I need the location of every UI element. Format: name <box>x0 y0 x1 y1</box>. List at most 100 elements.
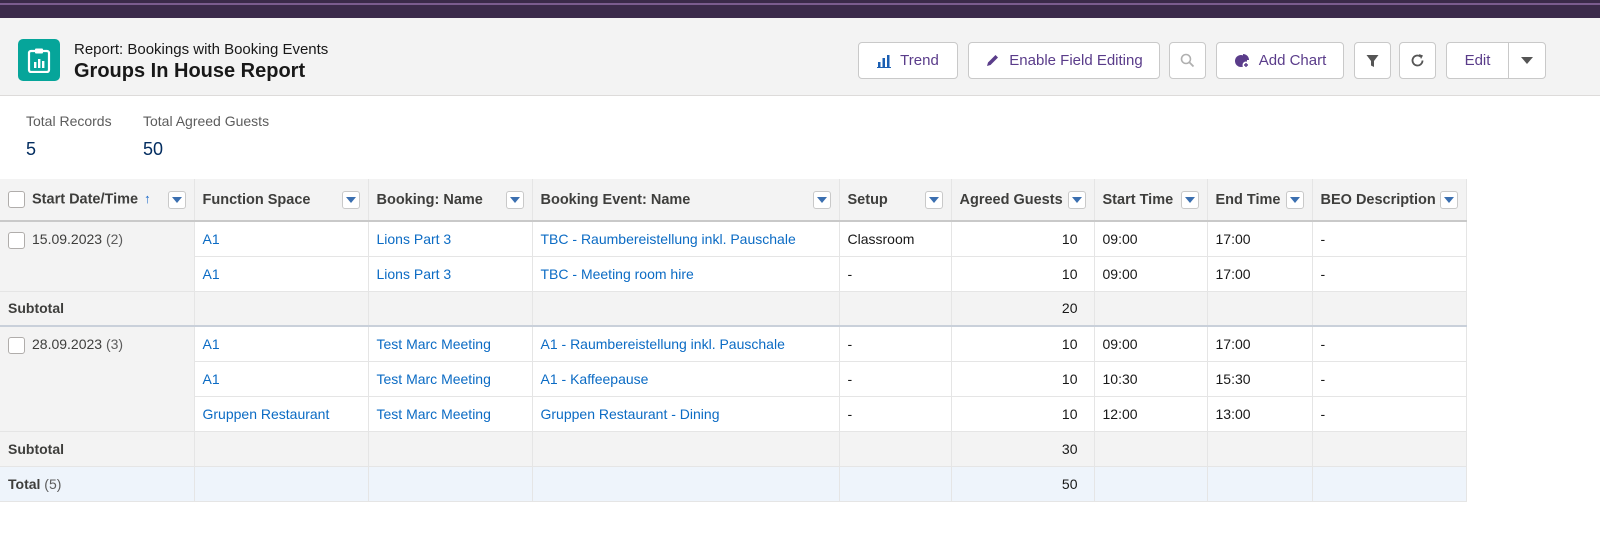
select-all-checkbox[interactable] <box>8 191 25 208</box>
function-space-link[interactable]: A1 <box>194 221 369 257</box>
search-button[interactable] <box>1169 42 1206 79</box>
column-menu-icon[interactable] <box>1439 190 1458 209</box>
column-menu-icon[interactable] <box>341 190 360 209</box>
booking-event-link[interactable]: Gruppen Restaurant - Dining <box>532 396 840 432</box>
group-checkbox[interactable] <box>8 231 25 249</box>
function-space-link[interactable]: A1 <box>194 361 369 397</box>
column-header-booking-name[interactable]: Booking: Name <box>368 179 533 222</box>
start-time-cell: 12:00 <box>1094 396 1208 432</box>
setup-cell: - <box>839 361 952 397</box>
agreed-guests-cell: 10 <box>951 221 1095 257</box>
report-header: Report: Bookings with Booking Events Gro… <box>0 18 1600 96</box>
function-space-link[interactable]: Gruppen Restaurant <box>194 396 369 432</box>
column-header-start-date[interactable]: Start Date/Time ↑ <box>0 179 195 222</box>
sort-ascending-icon: ↑ <box>144 191 151 207</box>
column-menu-icon[interactable] <box>1180 190 1199 209</box>
booking-name-link[interactable]: Test Marc Meeting <box>368 396 533 432</box>
report-summary: Total Records 5 Total Agreed Guests 50 <box>0 97 1600 179</box>
end-time-cell: 17:00 <box>1207 256 1313 292</box>
subtotal-value: 20 <box>951 291 1095 327</box>
column-menu-icon[interactable] <box>167 190 186 209</box>
column-menu-icon[interactable] <box>812 190 831 209</box>
booking-name-link[interactable]: Test Marc Meeting <box>368 361 533 397</box>
total-value: 50 <box>951 465 1095 502</box>
booking-event-link[interactable]: A1 - Raumbereistellung inkl. Pauschale <box>532 326 840 362</box>
refresh-button[interactable] <box>1399 42 1436 79</box>
column-menu-icon[interactable] <box>1285 190 1304 209</box>
total-records-label: Total Records <box>26 113 112 129</box>
column-menu-icon[interactable] <box>924 190 943 209</box>
start-time-cell: 10:30 <box>1094 361 1208 397</box>
agreed-guests-cell: 10 <box>951 256 1095 292</box>
add-chart-label: Add Chart <box>1258 52 1327 69</box>
report-table: Start Date/Time ↑ Function Space Booking:… <box>0 179 1467 502</box>
edit-button[interactable]: Edit <box>1446 42 1509 79</box>
filter-icon <box>1366 54 1379 67</box>
beo-description-cell: - <box>1312 361 1467 397</box>
beo-description-cell: - <box>1312 256 1467 292</box>
function-space-link[interactable]: A1 <box>194 326 369 362</box>
subtotal-label: Subtotal <box>0 431 195 467</box>
chevron-down-icon <box>1521 56 1533 64</box>
enable-field-editing-button[interactable]: Enable Field Editing <box>968 42 1160 79</box>
end-time-cell: 17:00 <box>1207 221 1313 257</box>
column-header-function-space[interactable]: Function Space <box>194 179 369 222</box>
add-chart-button[interactable]: Add Chart <box>1216 42 1344 79</box>
total-agreed-guests-value: 50 <box>143 139 164 159</box>
search-icon <box>1180 53 1195 68</box>
setup-cell: - <box>839 396 952 432</box>
column-header-end-time[interactable]: End Time <box>1207 179 1313 222</box>
booking-event-link[interactable]: TBC - Raumbereistellung inkl. Pauschale <box>532 221 840 257</box>
column-header-setup[interactable]: Setup <box>839 179 952 222</box>
beo-description-cell: - <box>1312 326 1467 362</box>
pie-chart-icon <box>1234 53 1250 68</box>
table-row: 28.09.2023 (3) A1 Test Marc Meeting A1 -… <box>0 326 1467 432</box>
table-row: 15.09.2023 (2) A1 Lions Part 3 TBC - Rau… <box>0 221 1467 292</box>
setup-cell: - <box>839 326 952 362</box>
group-checkbox[interactable] <box>8 336 25 354</box>
agreed-guests-cell: 10 <box>951 326 1095 362</box>
booking-event-link[interactable]: TBC - Meeting room hire <box>532 256 840 292</box>
agreed-guests-cell: 10 <box>951 361 1095 397</box>
booking-name-link[interactable]: Lions Part 3 <box>368 256 533 292</box>
column-header-start-time[interactable]: Start Time <box>1094 179 1208 222</box>
total-records-value: 5 <box>26 139 37 159</box>
column-header-booking-event-name[interactable]: Booking Event: Name <box>532 179 840 222</box>
edit-menu-button[interactable] <box>1508 42 1546 79</box>
trend-label: Trend <box>900 52 939 69</box>
agreed-guests-cell: 10 <box>951 396 1095 432</box>
refresh-icon <box>1411 54 1424 67</box>
trend-icon <box>877 54 892 68</box>
table-row: A1 Test Marc Meeting A1 - Kaffeepause - … <box>0 361 1467 397</box>
beo-description-cell: - <box>1312 396 1467 432</box>
end-time-cell: 13:00 <box>1207 396 1313 432</box>
end-time-cell: 15:30 <box>1207 361 1313 397</box>
table-row: A1 Lions Part 3 TBC - Meeting room hire … <box>0 256 1467 292</box>
enable-field-editing-label: Enable Field Editing <box>1009 52 1143 69</box>
table-row: Gruppen Restaurant Test Marc Meeting Gru… <box>0 396 1467 432</box>
booking-name-link[interactable]: Lions Part 3 <box>368 221 533 257</box>
edit-label: Edit <box>1464 52 1491 69</box>
setup-cell: Classroom <box>839 221 952 257</box>
booking-event-link[interactable]: A1 - Kaffeepause <box>532 361 840 397</box>
app-top-bar <box>0 0 1600 18</box>
table-header-row: Start Date/Time ↑ Function Space Booking:… <box>0 179 1467 222</box>
start-time-cell: 09:00 <box>1094 326 1208 362</box>
page-title: Groups In House Report <box>74 60 306 82</box>
column-header-agreed-guests[interactable]: Agreed Guests <box>951 179 1095 222</box>
column-menu-icon[interactable] <box>505 190 524 209</box>
total-agreed-guests-label: Total Agreed Guests <box>143 113 270 129</box>
filter-button[interactable] <box>1354 42 1391 79</box>
start-time-cell: 09:00 <box>1094 221 1208 257</box>
end-time-cell: 17:00 <box>1207 326 1313 362</box>
group-cell-date: 15.09.2023 (2) <box>0 221 195 292</box>
function-space-link[interactable]: A1 <box>194 256 369 292</box>
pencil-icon <box>987 55 999 66</box>
column-header-beo-description[interactable]: BEO Description <box>1312 179 1467 222</box>
trend-button[interactable]: Trend <box>858 42 958 79</box>
beo-description-cell: - <box>1312 221 1467 257</box>
column-menu-icon[interactable] <box>1067 190 1086 209</box>
setup-cell: - <box>839 256 952 292</box>
booking-name-link[interactable]: Test Marc Meeting <box>368 326 533 362</box>
total-row: Total (5) 50 <box>0 465 1467 502</box>
